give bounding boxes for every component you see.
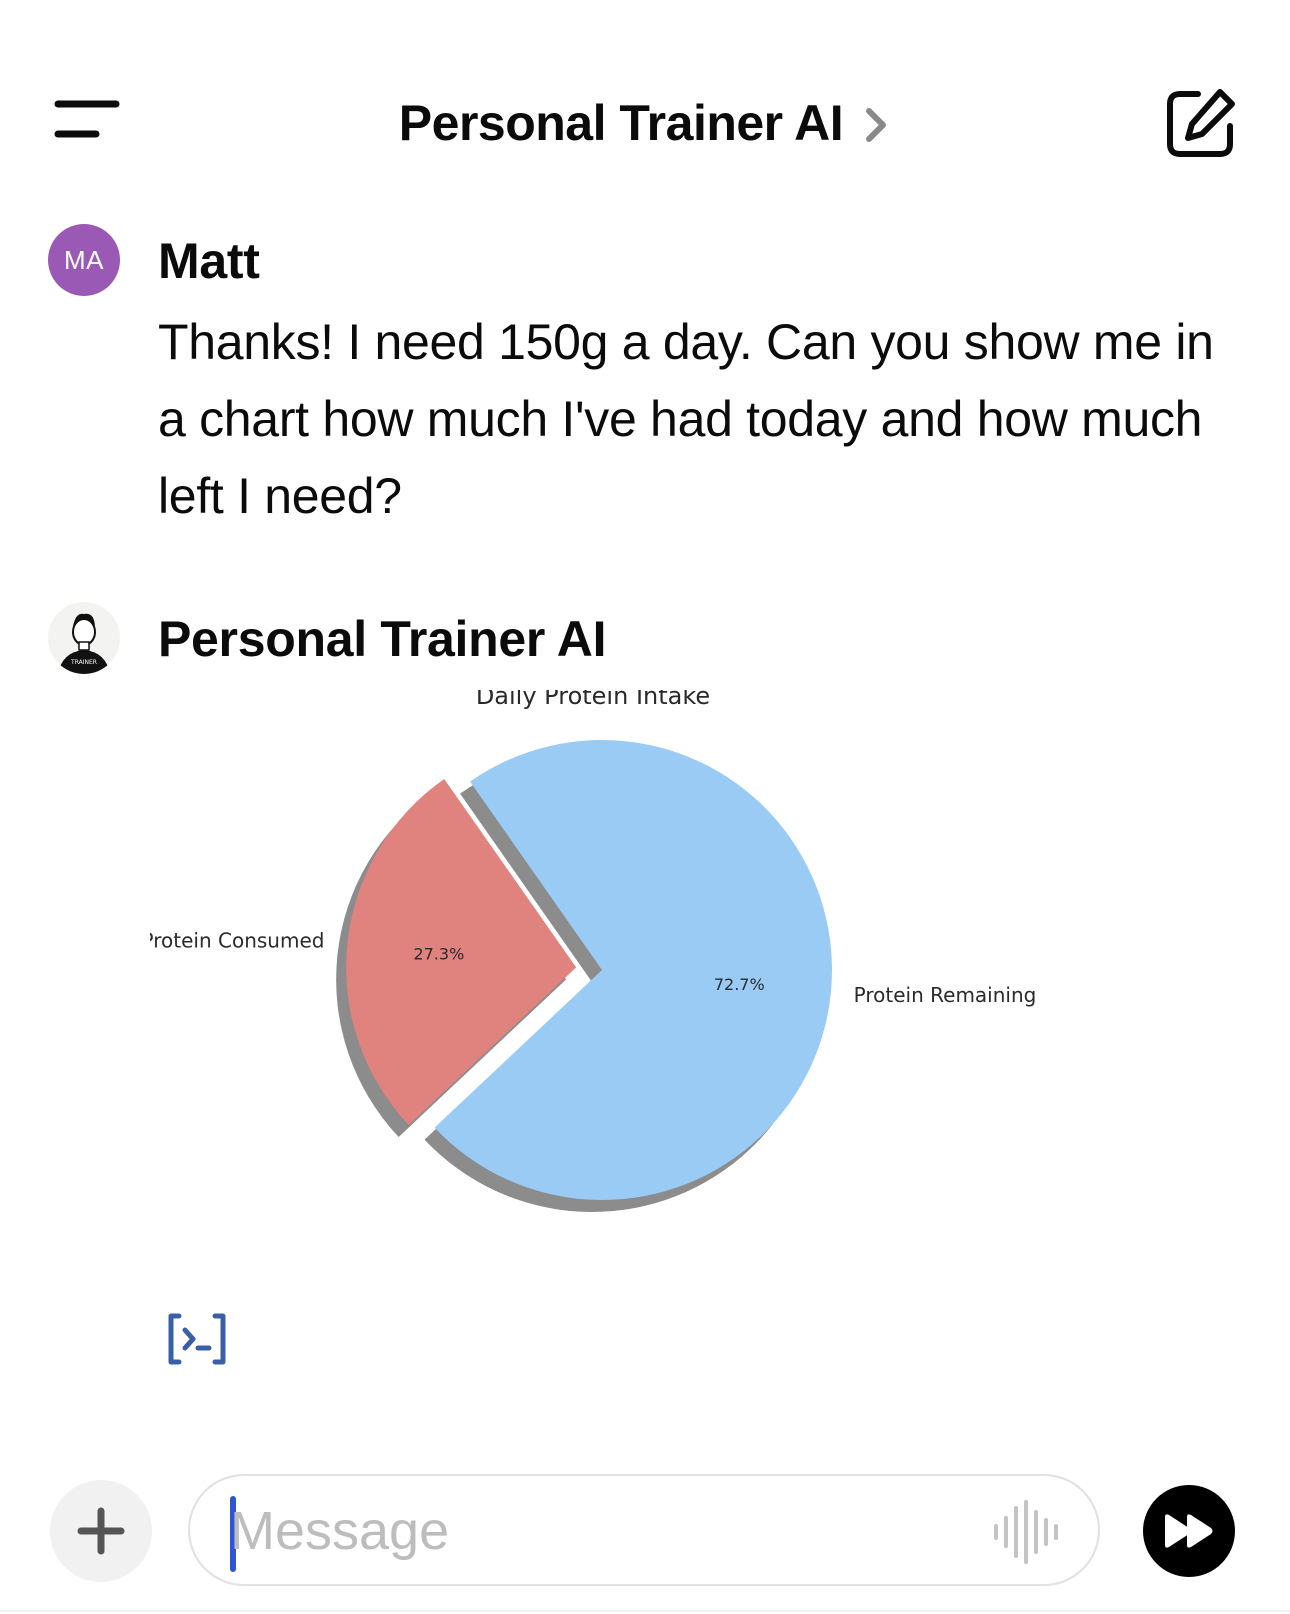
message-text: Thanks! I need 150g a day. Can you show … (158, 314, 1214, 524)
sender-name: Personal Trainer AI (158, 611, 607, 667)
chevron-right-icon (866, 108, 887, 142)
chat-app: Personal Trainer AI MA Matt Thanks! I ne… (0, 0, 1290, 1614)
pie-category-label-protein-remaining: Protein Remaining (854, 983, 1037, 1007)
message-input[interactable] (230, 1486, 930, 1576)
avatar: MA (48, 224, 120, 296)
assistant-message: TRAINER Personal Trainer AI (0, 602, 1290, 682)
chart-title: Daily Protein Intake (476, 690, 710, 710)
sender-name: Matt (158, 233, 260, 289)
plus-icon (77, 1507, 125, 1555)
bottom-divider (0, 1610, 1290, 1612)
message-composer (188, 1474, 1100, 1586)
code-interpreter-icon[interactable] (165, 1310, 235, 1370)
voice-waveform-icon[interactable] (990, 1500, 1062, 1564)
header-title-button[interactable]: Personal Trainer AI (0, 94, 1290, 152)
add-attachment-button[interactable] (50, 1480, 152, 1582)
new-chat-edit-icon[interactable] (1164, 86, 1238, 160)
avatar-badge-text: TRAINER (70, 659, 97, 666)
send-button[interactable] (1143, 1485, 1235, 1577)
pie-percent-label-protein-consumed: 27.3% (413, 944, 464, 963)
trainer-avatar: TRAINER (48, 602, 120, 674)
pie-chart: Daily Protein Intake 27.3% Protein Consum… (142, 682, 1050, 1260)
fast-forward-send-icon (1165, 1514, 1213, 1548)
pie-percent-label-protein-remaining: 72.7% (714, 975, 765, 994)
page-title: Personal Trainer AI (398, 95, 844, 151)
user-message: MA Matt Thanks! I need 150g a day. Can y… (0, 224, 1290, 524)
pie-category-label-protein-consumed: Protein Consumed (150, 929, 324, 953)
header-bar: Personal Trainer AI (0, 70, 1290, 175)
